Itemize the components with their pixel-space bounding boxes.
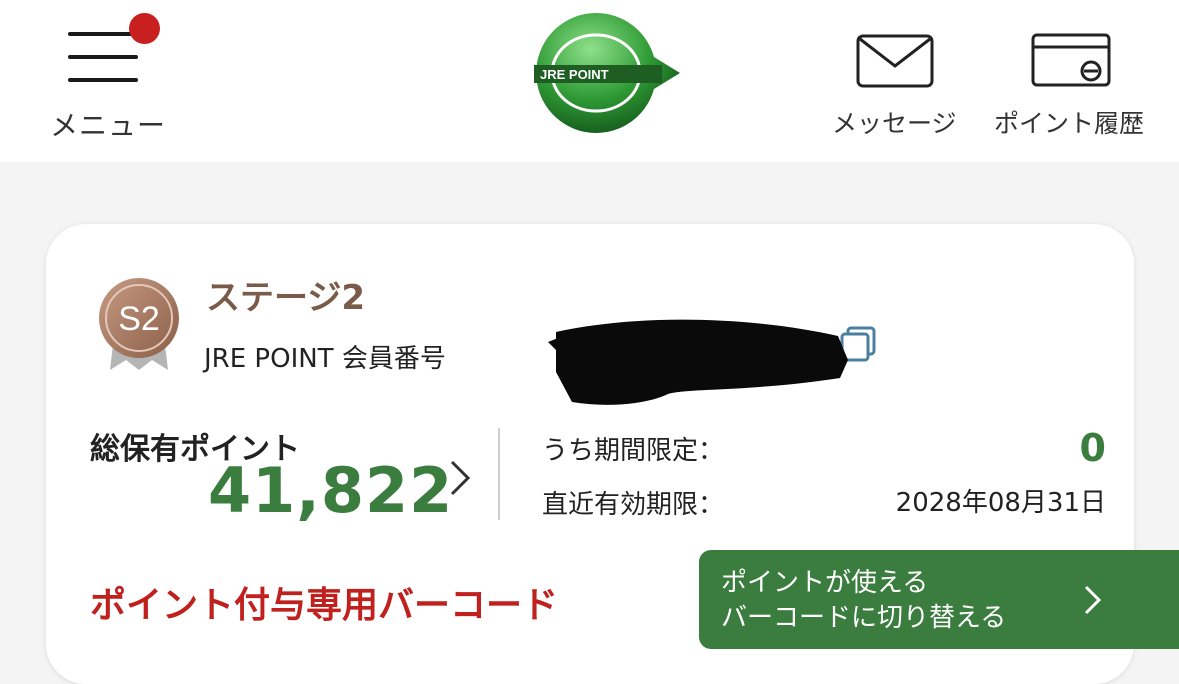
card-history-icon[interactable] <box>1031 33 1111 87</box>
chevron-right-icon <box>1084 585 1102 615</box>
total-points-value[interactable]: 41,822 <box>208 454 453 527</box>
stage-badge-text: S2 <box>118 300 160 338</box>
chevron-right-icon[interactable] <box>448 458 472 498</box>
barcode-title: ポイント付与専用バーコード <box>90 585 559 626</box>
stage-badge: S2 <box>99 278 179 370</box>
jre-point-logo[interactable]: JRE POINT <box>526 11 682 135</box>
hamburger-icon[interactable] <box>68 30 142 84</box>
app-header: メニュー JRE POINT メッセージ ポイント履歴 <box>0 0 1179 162</box>
envelope-icon[interactable] <box>856 34 934 88</box>
stage-label: ステージ2 <box>206 278 365 318</box>
limited-points-value: 0 <box>1079 426 1106 470</box>
point-history-label[interactable]: ポイント履歴 <box>994 104 1144 140</box>
menu-label[interactable]: メニュー <box>50 104 166 144</box>
logo-text: JRE POINT <box>540 67 609 82</box>
messages-label[interactable]: メッセージ <box>832 104 957 140</box>
member-number-redacted <box>548 319 876 405</box>
limited-points-label: うち期間限定： <box>542 436 725 466</box>
member-number-label: JRE POINT 会員番号 <box>204 344 446 374</box>
expiry-label: 直近有効期限： <box>542 490 725 520</box>
notification-dot <box>129 13 160 44</box>
points-divider <box>498 428 500 520</box>
switch-barcode-line1: ポイントが使える <box>721 568 929 598</box>
switch-barcode-line2: バーコードに切り替える <box>721 603 1007 633</box>
expiry-date-value: 2028年08月31日 <box>895 488 1106 518</box>
switch-barcode-button[interactable]: ポイントが使える バーコードに切り替える <box>699 550 1179 649</box>
